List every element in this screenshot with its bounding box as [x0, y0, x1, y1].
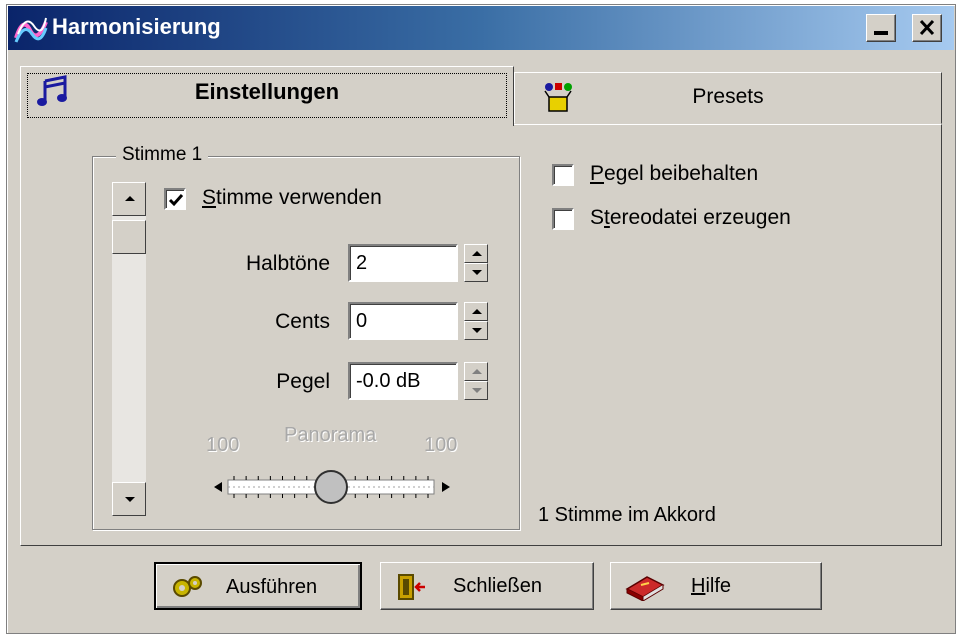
panorama-slider[interactable] — [212, 462, 452, 512]
spin-up-icon — [472, 309, 482, 314]
panorama-left-value: 100 — [206, 434, 240, 456]
panorama-label: Panorama — [284, 424, 377, 446]
level-spinner[interactable] — [464, 362, 488, 400]
spin-up-icon — [472, 251, 482, 256]
window-title: Harmonisierung — [52, 14, 221, 39]
level-down-button[interactable] — [464, 381, 488, 400]
help-button[interactable]: Hilfe — [610, 562, 822, 610]
spin-down-icon — [472, 328, 482, 333]
execute-button[interactable]: Ausführen — [154, 562, 362, 610]
close-button[interactable]: Schließen — [380, 562, 594, 610]
scroll-up-button[interactable] — [112, 182, 146, 216]
cents-field[interactable]: 0 — [348, 302, 458, 340]
tab-presets[interactable]: Presets — [514, 72, 942, 124]
minimize-button[interactable] — [866, 14, 896, 42]
execute-label: Ausführen — [226, 576, 318, 598]
level-up-button[interactable] — [464, 362, 488, 381]
semitones-down-button[interactable] — [464, 263, 488, 282]
semitones-spinner[interactable] — [464, 244, 488, 282]
cents-label: Cents — [275, 310, 330, 333]
voice-scrollbar[interactable] — [112, 182, 146, 516]
spin-up-icon — [472, 369, 482, 374]
tab-presets-label: Presets — [692, 85, 764, 108]
stereo-file-label[interactable]: Stereodatei erzeugen — [590, 206, 791, 230]
semitones-field[interactable]: 2 — [348, 244, 458, 282]
minimize-icon — [874, 31, 888, 35]
spin-down-icon — [472, 388, 482, 393]
panorama-right-value: 100 — [424, 434, 458, 456]
scroll-down-button[interactable] — [112, 482, 146, 516]
level-label: Pegel — [276, 370, 330, 393]
slider-right-arrow-icon — [442, 482, 450, 492]
keep-level-label[interactable]: Pegel beibehalten — [590, 162, 758, 186]
harmonizer-app-icon — [14, 17, 48, 43]
close-label: Schließen — [453, 575, 542, 597]
cents-spinner[interactable] — [464, 302, 488, 340]
use-voice-label[interactable]: Stimme verwenden — [202, 186, 382, 210]
slider-knob[interactable] — [314, 470, 348, 504]
arrow-up-icon — [125, 196, 135, 201]
exit-door-icon — [398, 574, 425, 600]
semitones-label: Halbtöne — [245, 252, 330, 275]
stereo-file-checkbox[interactable] — [552, 208, 574, 230]
cents-up-button[interactable] — [464, 302, 488, 321]
use-voice-checkbox[interactable] — [164, 188, 186, 210]
help-label: Hilfe — [691, 575, 732, 597]
tab-einstellungen[interactable]: Einstellungen — [20, 66, 514, 126]
semitones-up-button[interactable] — [464, 244, 488, 263]
chord-voice-count: 1 Stimme im Akkord — [538, 504, 716, 526]
close-window-button[interactable] — [912, 14, 942, 42]
checkmark-icon — [168, 194, 184, 207]
help-book-icon — [625, 576, 665, 601]
stimme-group-title: Stimme 1 — [116, 144, 209, 166]
gears-icon — [173, 576, 202, 597]
close-icon — [919, 19, 935, 36]
cents-down-button[interactable] — [464, 321, 488, 340]
slider-left-arrow-icon — [214, 482, 222, 492]
spin-down-icon — [472, 270, 482, 275]
level-field[interactable]: -0.0 dB — [348, 362, 458, 400]
title-bar[interactable]: Harmonisierung — [8, 6, 954, 50]
scroll-thumb[interactable] — [112, 220, 146, 254]
arrow-down-icon — [125, 497, 135, 502]
tab-einstellungen-label: Einstellungen — [194, 79, 340, 104]
keep-level-checkbox[interactable] — [552, 164, 574, 186]
